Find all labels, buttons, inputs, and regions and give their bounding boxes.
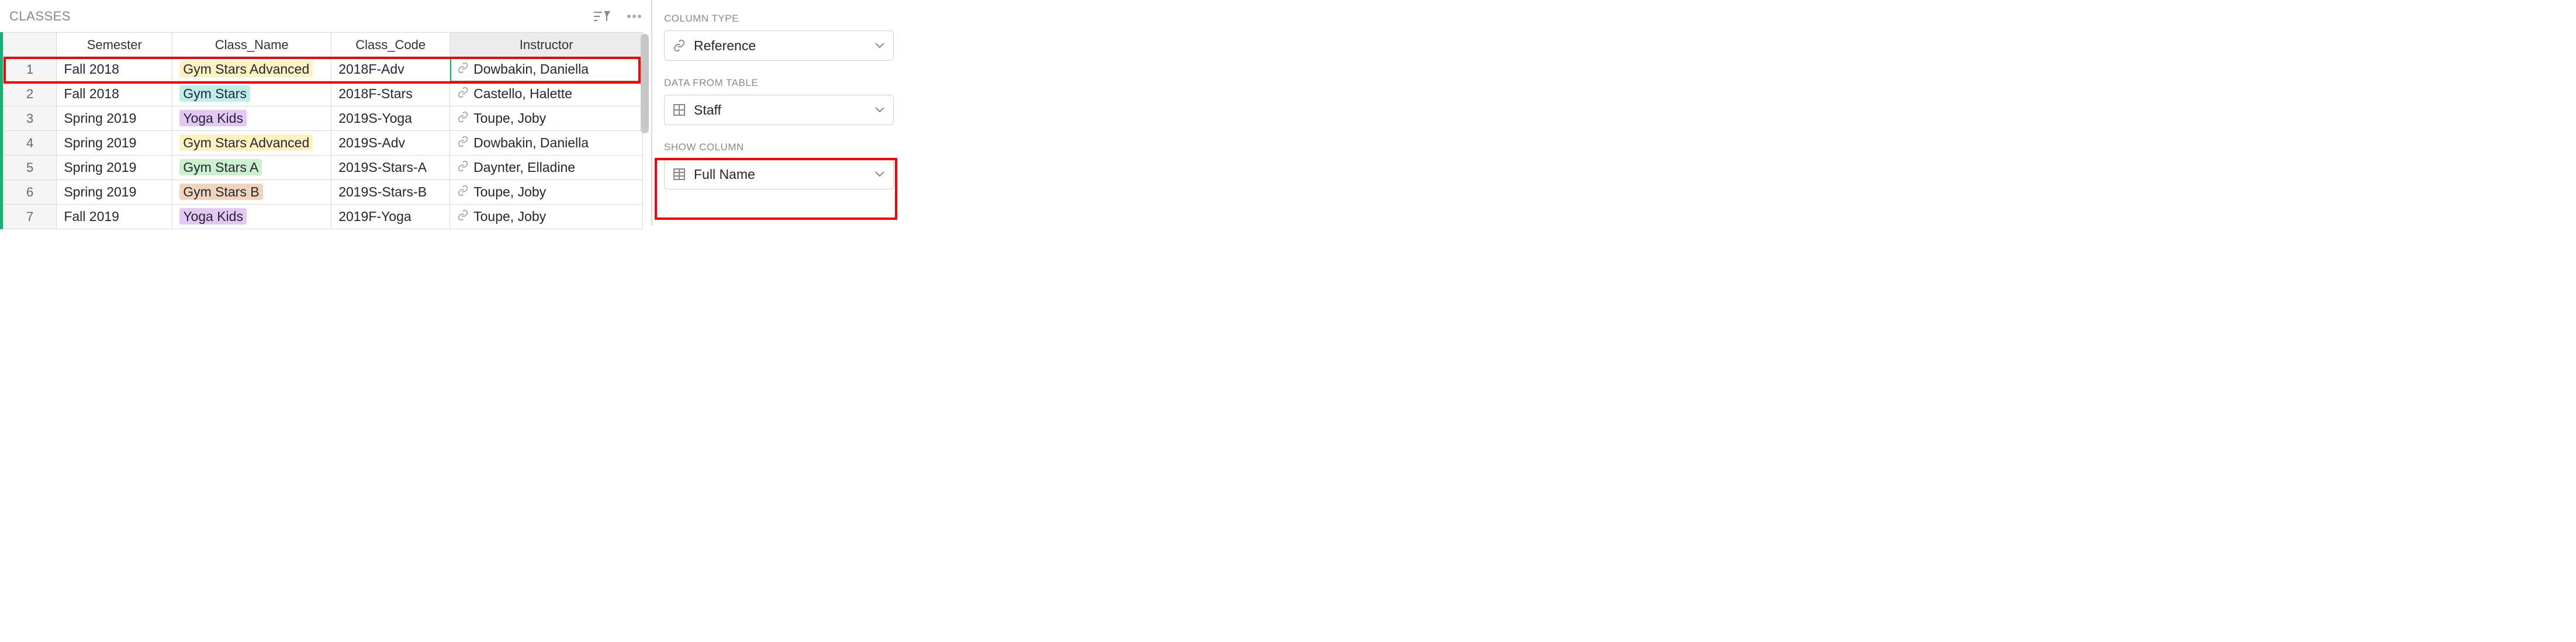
cell-class-code[interactable]: 2019S-Adv [331,131,450,156]
cell-class-name[interactable]: Yoga Kids [172,205,331,229]
column-header-class-name[interactable]: Class_Name [172,33,331,57]
link-icon [457,61,469,77]
chevron-down-icon [874,106,885,113]
column-type-label: COLUMN TYPE [664,13,894,25]
chevron-down-icon [874,171,885,178]
more-menu-icon[interactable] [627,14,642,19]
cell-class-code[interactable]: 2019S-Stars-B [331,180,450,205]
instructor-name: Daynter, Elladine [473,160,575,175]
cell-class-name[interactable]: Gym Stars Advanced [172,57,331,82]
column-type-value: Reference [694,38,874,54]
cell-class-name[interactable]: Gym Stars Advanced [172,131,331,156]
cell-class-code[interactable]: 2018F-Stars [331,82,450,106]
column-header-row: Semester Class_Name Class_Code Instructo… [4,33,643,57]
cell-instructor[interactable]: Daynter, Elladine [450,156,643,180]
table-row[interactable]: 5Spring 2019 Gym Stars A 2019S-Stars-A Dayn… [4,156,643,180]
cell-semester[interactable]: Spring 2019 [57,131,172,156]
cell-class-name[interactable]: Gym Stars A [172,156,331,180]
cell-class-code[interactable]: 2018F-Adv [331,57,450,82]
table-row[interactable]: 4Spring 2019 Gym Stars Advanced 2019S-Adv D… [4,131,643,156]
cell-semester[interactable]: Spring 2019 [57,106,172,131]
row-number[interactable]: 6 [4,180,57,205]
class-name-pill: Gym Stars [179,85,250,102]
row-number[interactable]: 3 [4,106,57,131]
link-icon [457,86,469,102]
class-name-pill: Gym Stars A [179,159,262,175]
link-icon [457,160,469,175]
table-row[interactable]: 6Spring 2019 Gym Stars B 2019S-Stars-B Toup… [4,180,643,205]
row-number[interactable]: 2 [4,82,57,106]
cell-semester[interactable]: Spring 2019 [57,156,172,180]
link-icon [673,39,686,52]
instructor-name: Dowbakin, Daniella [473,135,589,151]
table-row[interactable]: 3Spring 2019 Yoga Kids 2019S-Yoga Toupe, Jo… [4,106,643,131]
cell-instructor[interactable]: Dowbakin, Daniella [450,57,643,82]
sort-filter-icon[interactable] [593,9,610,24]
data-from-table-value: Staff [694,102,874,118]
cell-semester[interactable]: Fall 2018 [57,82,172,106]
class-name-pill: Gym Stars Advanced [179,61,313,77]
cell-semester[interactable]: Fall 2019 [57,205,172,229]
cell-instructor[interactable]: Toupe, Joby [450,180,643,205]
table-title: CLASSES [9,9,593,24]
link-icon [457,135,469,151]
header-actions [593,9,642,24]
show-column-select[interactable]: Full Name [664,159,894,189]
row-number[interactable]: 7 [4,205,57,229]
cell-class-name[interactable]: Gym Stars [172,82,331,106]
cell-instructor[interactable]: Toupe, Joby [450,205,643,229]
column-icon [673,168,686,181]
cell-class-code[interactable]: 2019S-Yoga [331,106,450,131]
row-number-header[interactable] [4,33,57,57]
cell-semester[interactable]: Fall 2018 [57,57,172,82]
cell-instructor[interactable]: Toupe, Joby [450,106,643,131]
class-name-pill: Yoga Kids [179,110,247,126]
cell-instructor[interactable]: Castello, Halette [450,82,643,106]
class-name-pill: Yoga Kids [179,208,247,225]
table-header-bar: CLASSES [0,0,651,32]
row-number[interactable]: 5 [4,156,57,180]
table-row[interactable]: 7Fall 2019 Yoga Kids 2019F-Yoga Toupe, Joby [4,205,643,229]
link-icon [457,111,469,126]
class-name-pill: Gym Stars B [179,184,262,200]
instructor-name: Castello, Halette [473,86,572,102]
chevron-down-icon [874,42,885,49]
cell-instructor[interactable]: Dowbakin, Daniella [450,131,643,156]
row-number[interactable]: 4 [4,131,57,156]
column-type-select[interactable]: Reference [664,30,894,61]
link-icon [457,209,469,225]
column-header-instructor[interactable]: Instructor [450,33,643,57]
cell-class-name[interactable]: Yoga Kids [172,106,331,131]
column-header-semester[interactable]: Semester [57,33,172,57]
data-grid[interactable]: Semester Class_Name Class_Code Instructo… [0,32,651,229]
data-from-table-select[interactable]: Staff [664,95,894,125]
column-config-panel: COLUMN TYPE Reference DATA FROM TABLE St… [652,0,905,226]
cell-class-name[interactable]: Gym Stars B [172,180,331,205]
data-from-table-label: DATA FROM TABLE [664,77,894,89]
row-number[interactable]: 1 [4,57,57,82]
class-name-pill: Gym Stars Advanced [179,134,313,151]
column-header-class-code[interactable]: Class_Code [331,33,450,57]
table-row[interactable]: 2Fall 2018 Gym Stars 2018F-Stars Castello, … [4,82,643,106]
show-column-label: SHOW COLUMN [664,141,894,153]
show-column-value: Full Name [694,167,874,182]
cell-class-code[interactable]: 2019F-Yoga [331,205,450,229]
cell-class-code[interactable]: 2019S-Stars-A [331,156,450,180]
cell-semester[interactable]: Spring 2019 [57,180,172,205]
table-icon [673,103,686,116]
table-row[interactable]: 1Fall 2018 Gym Stars Advanced 2018F-Adv Dow… [4,57,643,82]
vertical-scrollbar[interactable] [641,34,649,133]
main-panel: CLASSES [0,0,652,226]
instructor-name: Toupe, Joby [473,184,546,200]
instructor-name: Toupe, Joby [473,209,546,225]
instructor-name: Dowbakin, Daniella [473,61,589,77]
instructor-name: Toupe, Joby [473,111,546,126]
link-icon [457,184,469,200]
